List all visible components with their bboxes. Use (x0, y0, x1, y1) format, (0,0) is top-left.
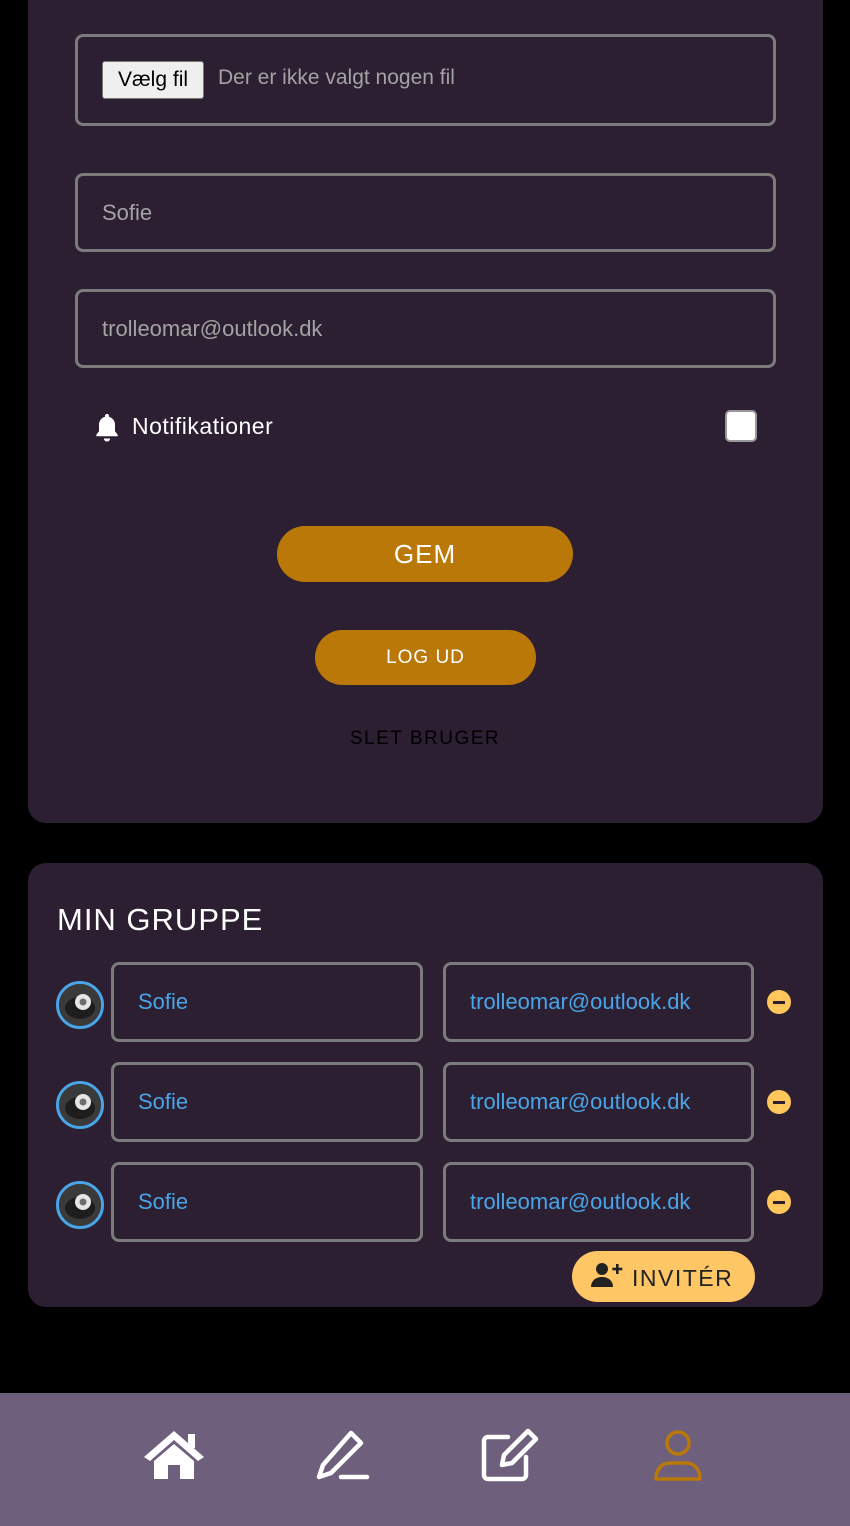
bottom-nav (0, 1393, 850, 1526)
avatar-image (59, 1084, 101, 1126)
member-name-field[interactable]: Sofie (111, 1162, 423, 1242)
member-name-field[interactable]: Sofie (111, 1062, 423, 1142)
user-icon (654, 1430, 702, 1481)
member-row: Sofie trolleomar@outlook.dk (0, 962, 850, 1042)
remove-member-icon[interactable] (767, 1090, 791, 1114)
member-email-field[interactable]: trolleomar@outlook.dk (443, 1162, 754, 1242)
remove-member-icon[interactable] (767, 990, 791, 1014)
name-input-value: Sofie (102, 200, 153, 225)
remove-member-icon[interactable] (767, 1190, 791, 1214)
choose-file-button[interactable]: Vælg fil (102, 61, 205, 99)
member-email: trolleomar@outlook.dk (470, 989, 691, 1014)
avatar (56, 1181, 104, 1229)
bell-icon (96, 413, 118, 442)
home-icon (144, 1431, 204, 1479)
notifications-checkbox[interactable] (725, 410, 757, 442)
email-input-value: trolleomar@outlook.dk (102, 316, 323, 341)
notifications-label: Notifikationer (132, 413, 274, 439)
member-email: trolleomar@outlook.dk (470, 1189, 691, 1214)
member-row: Sofie trolleomar@outlook.dk (0, 1162, 850, 1242)
member-row: Sofie trolleomar@outlook.dk (0, 1062, 850, 1142)
avatar (56, 981, 104, 1029)
pen-icon (316, 1430, 370, 1480)
file-status-text: Der er ikke valgt nogen fil (218, 66, 455, 89)
nav-write[interactable] (311, 1427, 375, 1483)
name-input[interactable]: Sofie (75, 173, 776, 252)
avatar (56, 1081, 104, 1129)
group-title: MIN GRUPPE (57, 902, 264, 937)
avatar-image (59, 984, 101, 1026)
file-upload-field: Vælg fil Der er ikke valgt nogen fil (75, 34, 776, 126)
delete-user-link[interactable]: SLET BRUGER (0, 728, 850, 750)
logout-button[interactable]: LOG UD (315, 630, 536, 685)
avatar-image (59, 1184, 101, 1226)
invite-button[interactable]: INVITÉR (572, 1251, 755, 1302)
nav-home[interactable] (142, 1427, 206, 1483)
member-email: trolleomar@outlook.dk (470, 1089, 691, 1114)
nav-edit[interactable] (478, 1427, 542, 1483)
notifications-row: Notifikationer (92, 408, 762, 448)
nav-profile[interactable] (646, 1427, 710, 1483)
member-name: Sofie (138, 1089, 189, 1114)
member-email-field[interactable]: trolleomar@outlook.dk (443, 1062, 754, 1142)
member-name: Sofie (138, 1189, 189, 1214)
email-input[interactable]: trolleomar@outlook.dk (75, 289, 776, 368)
save-button[interactable]: GEM (277, 526, 573, 582)
edit-square-icon (481, 1428, 539, 1482)
add-user-icon (591, 1263, 623, 1287)
member-name-field[interactable]: Sofie (111, 962, 423, 1042)
member-email-field[interactable]: trolleomar@outlook.dk (443, 962, 754, 1042)
invite-label: INVITÉR (632, 1265, 734, 1291)
member-name: Sofie (138, 989, 189, 1014)
